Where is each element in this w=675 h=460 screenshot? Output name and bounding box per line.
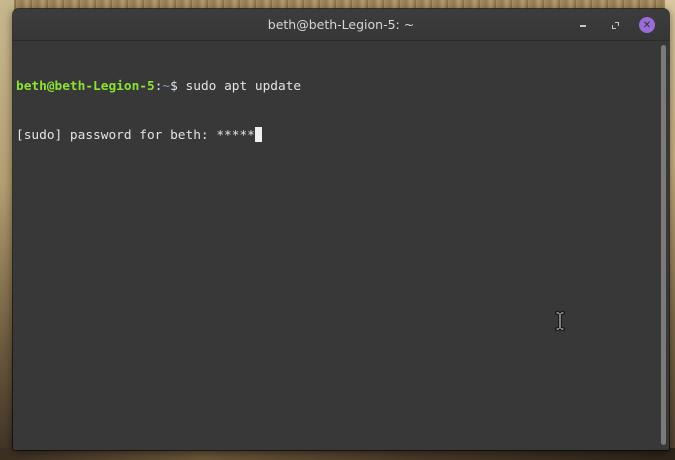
maximize-button[interactable] <box>607 17 623 33</box>
minimize-button[interactable] <box>575 17 591 33</box>
ibeam-cursor-icon <box>555 311 565 331</box>
password-mask: ***** <box>216 128 255 143</box>
password-line: [sudo] password for beth: ***** <box>16 127 658 143</box>
prompt-symbol: $ <box>170 79 186 94</box>
password-prompt: [sudo] password for beth: <box>16 128 217 143</box>
terminal-output[interactable]: beth@beth-Legion-5:~$ sudo apt update [s… <box>13 41 658 450</box>
scrollbar-thumb[interactable] <box>661 45 666 445</box>
prompt-path: ~ <box>162 79 171 94</box>
window-titlebar[interactable]: beth@beth-Legion-5: ~ ✕ <box>13 9 669 41</box>
text-cursor <box>254 127 262 142</box>
window-title: beth@beth-Legion-5: ~ <box>267 17 415 32</box>
terminal-window[interactable]: beth@beth-Legion-5: ~ ✕ beth@beth-Legion… <box>13 9 669 450</box>
maximize-icon <box>611 21 619 29</box>
command-text: sudo apt update <box>185 79 302 94</box>
command-line: beth@beth-Legion-5:~$ sudo apt update <box>16 79 658 95</box>
minimize-icon <box>580 25 586 27</box>
terminal-scrollbar[interactable] <box>658 41 669 450</box>
desktop-wallpaper-left <box>0 0 14 460</box>
close-button[interactable]: ✕ <box>639 17 655 33</box>
close-icon: ✕ <box>642 19 652 31</box>
prompt-user-host: beth@beth-Legion-5 <box>16 79 155 94</box>
